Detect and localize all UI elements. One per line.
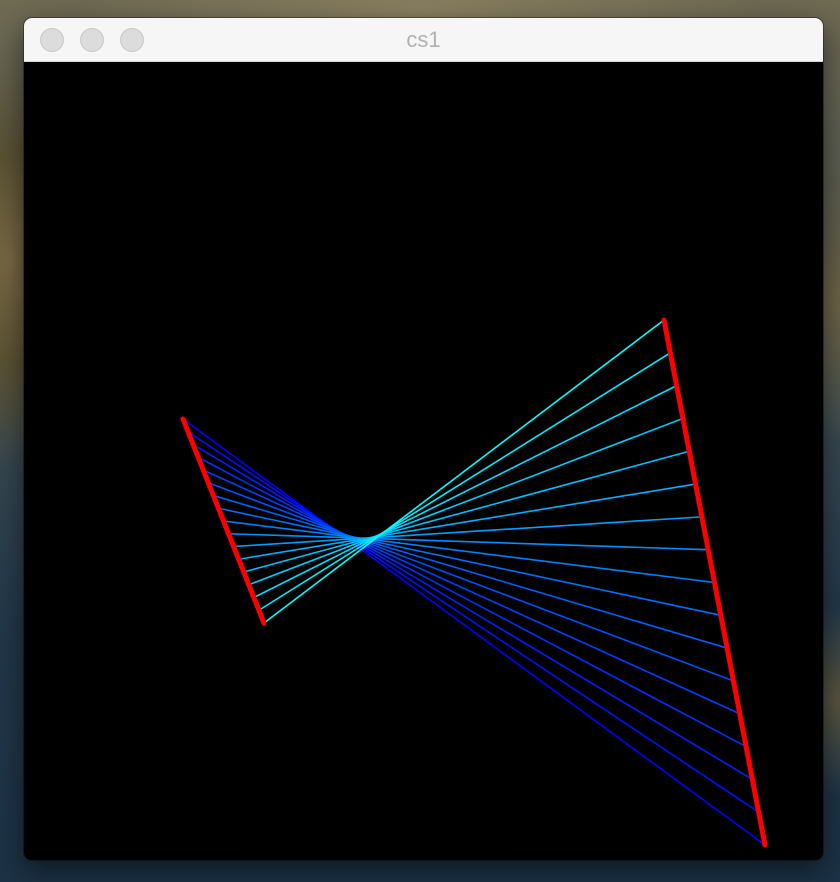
window-title: cs1 (406, 27, 441, 52)
ray-line (218, 507, 721, 617)
ray-line (182, 418, 766, 846)
app-window[interactable]: cs1 (24, 18, 823, 860)
string-art-drawing (180, 317, 768, 848)
ray-line (213, 494, 728, 649)
ray-line (208, 482, 734, 682)
ray-line (248, 417, 684, 586)
ray-line (202, 469, 741, 715)
ray-line (253, 384, 677, 599)
ray-line (258, 352, 671, 611)
title-bar[interactable]: cs1 (24, 18, 823, 62)
drawing-canvas[interactable] (24, 62, 823, 860)
ray-line (197, 456, 747, 748)
ray-line (192, 443, 753, 781)
right-red-segment (661, 317, 768, 848)
ray-line (263, 319, 665, 624)
ray-line (187, 431, 760, 813)
ray-line (223, 520, 715, 584)
